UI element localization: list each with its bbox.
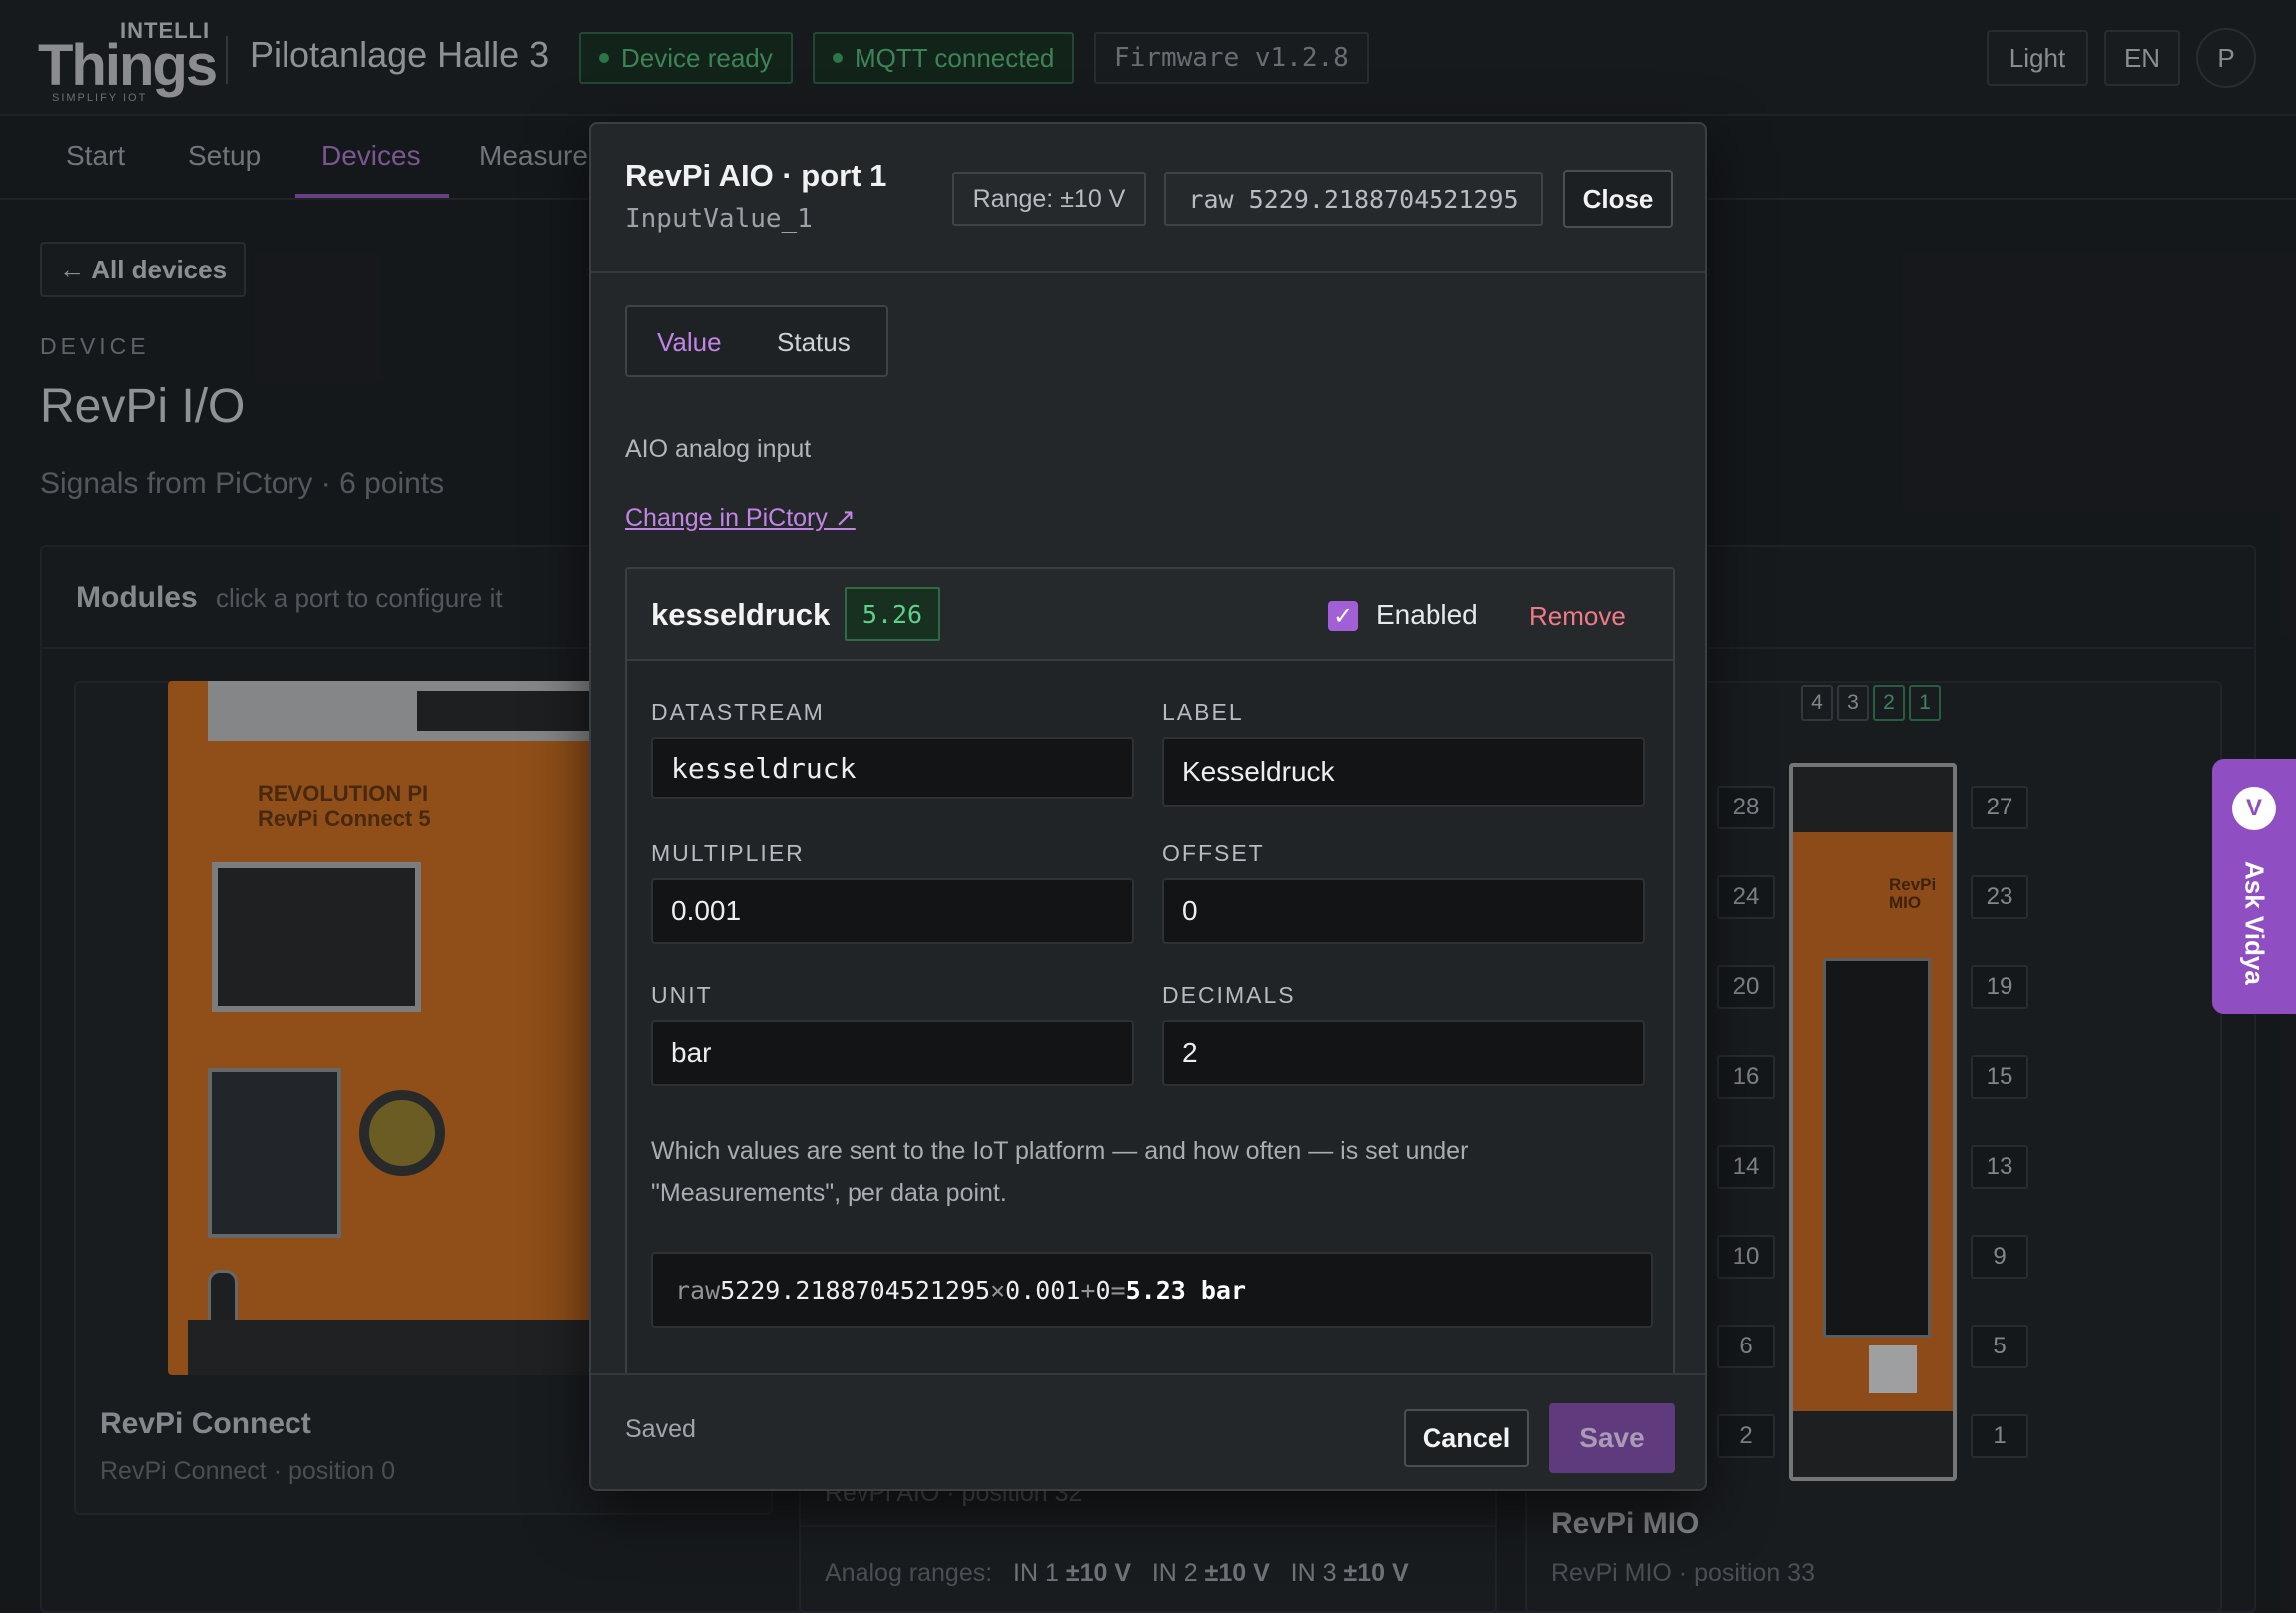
save-status: Saved	[625, 1415, 696, 1443]
formula-raw-value: 5229.2188704521295	[720, 1275, 991, 1305]
formula-result: 5.23 bar	[1125, 1275, 1247, 1305]
formula-multiplier: 0.001	[1005, 1275, 1081, 1305]
datapoint-name: kesseldruck	[651, 597, 831, 632]
unit-field[interactable]	[651, 1020, 1134, 1086]
enabled-checkbox[interactable]: ✓	[1328, 601, 1358, 631]
dialog-subtitle: InputValue_1	[625, 204, 813, 234]
range-chip: Range: ±10 V	[952, 172, 1146, 226]
conversion-formula: raw 5229.2188704521295 × 0.001 + 0 = 5.2…	[651, 1252, 1653, 1328]
datastream-label: DATASTREAM	[651, 699, 825, 725]
offset-label: OFFSET	[1162, 840, 1265, 866]
live-value-badge: 5.26	[845, 587, 940, 641]
label-field[interactable]	[1162, 737, 1645, 806]
ask-vidya-label: Ask Vidya	[2239, 861, 2270, 985]
formula-raw-label: raw	[675, 1275, 721, 1305]
decimals-label: DECIMALS	[1162, 982, 1296, 1008]
enabled-label[interactable]: Enabled	[1376, 599, 1478, 631]
save-button[interactable]: Save	[1549, 1403, 1675, 1473]
datapoint-card: kesseldruck 5.26 ✓ Enabled Remove DATAST…	[625, 567, 1675, 1385]
formula-times: ×	[990, 1275, 1006, 1305]
port-description: AIO analog input	[625, 435, 812, 463]
tab-value[interactable]: Value	[657, 327, 722, 358]
remove-button[interactable]: Remove	[1529, 601, 1626, 632]
dialog-footer: Saved Cancel Save	[591, 1373, 1705, 1489]
multiplier-field[interactable]	[651, 878, 1134, 944]
change-in-pictory-link[interactable]: Change in PiCtory ↗	[625, 503, 856, 533]
cancel-button[interactable]: Cancel	[1404, 1409, 1529, 1467]
decimals-field[interactable]	[1162, 1020, 1645, 1086]
raw-value-chip: raw 5229.2188704521295	[1164, 172, 1543, 226]
multiplier-label: MULTIPLIER	[651, 840, 805, 866]
dialog-header: RevPi AIO · port 1 InputValue_1 Range: ±…	[591, 124, 1705, 273]
offset-field[interactable]	[1162, 878, 1645, 944]
label-label: LABEL	[1162, 699, 1244, 725]
dialog-title: RevPi AIO · port 1	[625, 158, 887, 193]
close-button[interactable]: Close	[1563, 170, 1673, 228]
formula-equals: =	[1110, 1275, 1126, 1305]
port-config-dialog: RevPi AIO · port 1 InputValue_1 Range: ±…	[589, 122, 1707, 1491]
tab-status[interactable]: Status	[777, 327, 851, 358]
vidya-icon: V	[2232, 787, 2276, 830]
datapoint-header: kesseldruck 5.26 ✓ Enabled Remove	[627, 569, 1673, 661]
measurements-help-text: Which values are sent to the IoT platfor…	[651, 1137, 1469, 1207]
value-status-tabs: Value Status	[625, 305, 888, 377]
datastream-field[interactable]	[651, 737, 1134, 799]
unit-label: UNIT	[651, 982, 713, 1008]
formula-offset: 0	[1095, 1275, 1111, 1305]
ask-vidya-button[interactable]: V Ask Vidya	[2212, 759, 2296, 1014]
formula-plus: +	[1080, 1275, 1096, 1305]
